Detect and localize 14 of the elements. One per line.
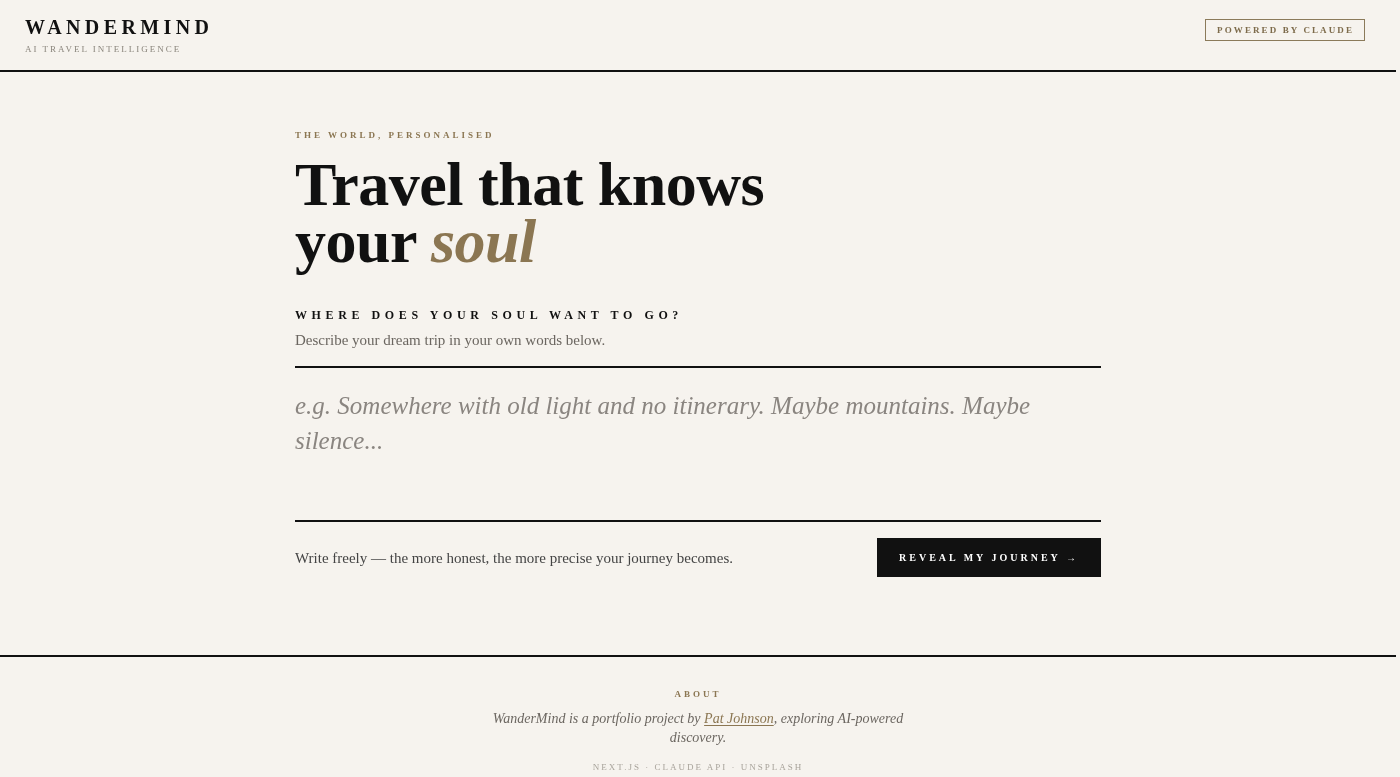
- reveal-journey-button[interactable]: REVEAL MY JOURNEY →: [877, 538, 1101, 577]
- hint-text: Describe your dream trip in your own words below.: [295, 331, 606, 349]
- trip-description-field[interactable]: e.g. Somewhere with old light and no itinerary. Maybe mountains. Maybe silence...: [295, 366, 1101, 522]
- about-text: WanderMind is a portfolio project by Pat Johnson, exploring AI-powered discovery.: [491, 710, 905, 747]
- author-link[interactable]: Pat Johnson: [704, 711, 774, 726]
- eyebrow-label: THE WORLD, PERSONALISED: [295, 130, 495, 141]
- about-heading: ABOUT: [674, 689, 722, 700]
- powered-by-tag: POWERED BY CLAUDE: [1205, 19, 1365, 41]
- hero-heading: Travel that knows your soul: [295, 150, 766, 277]
- logo-wordmark: WANDERMIND: [25, 15, 214, 38]
- question-label: WHERE DOES YOUR SOUL WANT TO GO?: [295, 308, 683, 322]
- tagline: AI TRAVEL INTELLIGENCE: [25, 43, 182, 55]
- tech-stack-text: NEXT.JS · CLAUDE API · UNSPLASH: [592, 762, 804, 773]
- helper-note: Write freely — the more honest, the more precise your journey becomes.: [295, 548, 733, 567]
